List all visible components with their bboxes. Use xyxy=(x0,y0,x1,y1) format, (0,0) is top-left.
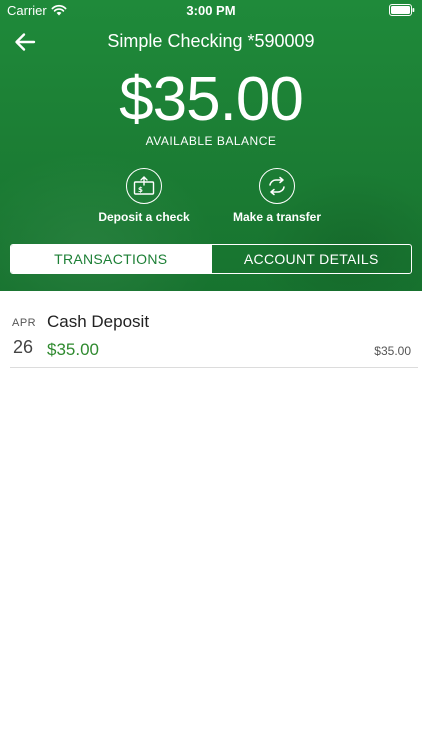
tab-transactions[interactable]: TRANSACTIONS xyxy=(11,245,211,273)
transaction-row[interactable]: APR 26 Cash Deposit $35.00 $35.00 xyxy=(10,306,418,368)
page-title: Simple Checking *590009 xyxy=(107,31,315,51)
battery-icon xyxy=(389,4,415,16)
available-balance: $35.00 xyxy=(119,65,304,134)
back-arrow-icon[interactable] xyxy=(12,30,38,54)
account-header: Carrier 3:00 PM Simple Checking *590009 … xyxy=(0,0,422,291)
status-bar: Carrier 3:00 PM xyxy=(0,0,422,22)
nav-bar: Simple Checking *590009 xyxy=(0,28,422,58)
transaction-month: APR xyxy=(12,317,37,329)
segmented-tabs: TRANSACTIONS ACCOUNT DETAILS xyxy=(10,244,412,274)
status-time: 3:00 PM xyxy=(186,3,236,18)
make-transfer-label: Make a transfer xyxy=(232,210,322,224)
transaction-description: Cash Deposit xyxy=(47,312,150,331)
available-balance-label: AVAILABLE BALANCE xyxy=(145,134,277,148)
transaction-amount: $35.00 xyxy=(47,340,99,359)
transaction-running-balance: $35.00 xyxy=(374,344,411,358)
make-transfer-button[interactable]: Make a transfer xyxy=(207,168,347,224)
deposit-check-label: Deposit a check xyxy=(98,210,190,224)
deposit-check-button[interactable]: $ Deposit a check xyxy=(74,168,214,224)
transaction-day: 26 xyxy=(13,337,34,357)
deposit-check-icon: $ xyxy=(126,168,162,204)
svg-text:$: $ xyxy=(138,186,143,194)
tab-account-details[interactable]: ACCOUNT DETAILS xyxy=(210,245,412,273)
transfer-icon xyxy=(259,168,295,204)
